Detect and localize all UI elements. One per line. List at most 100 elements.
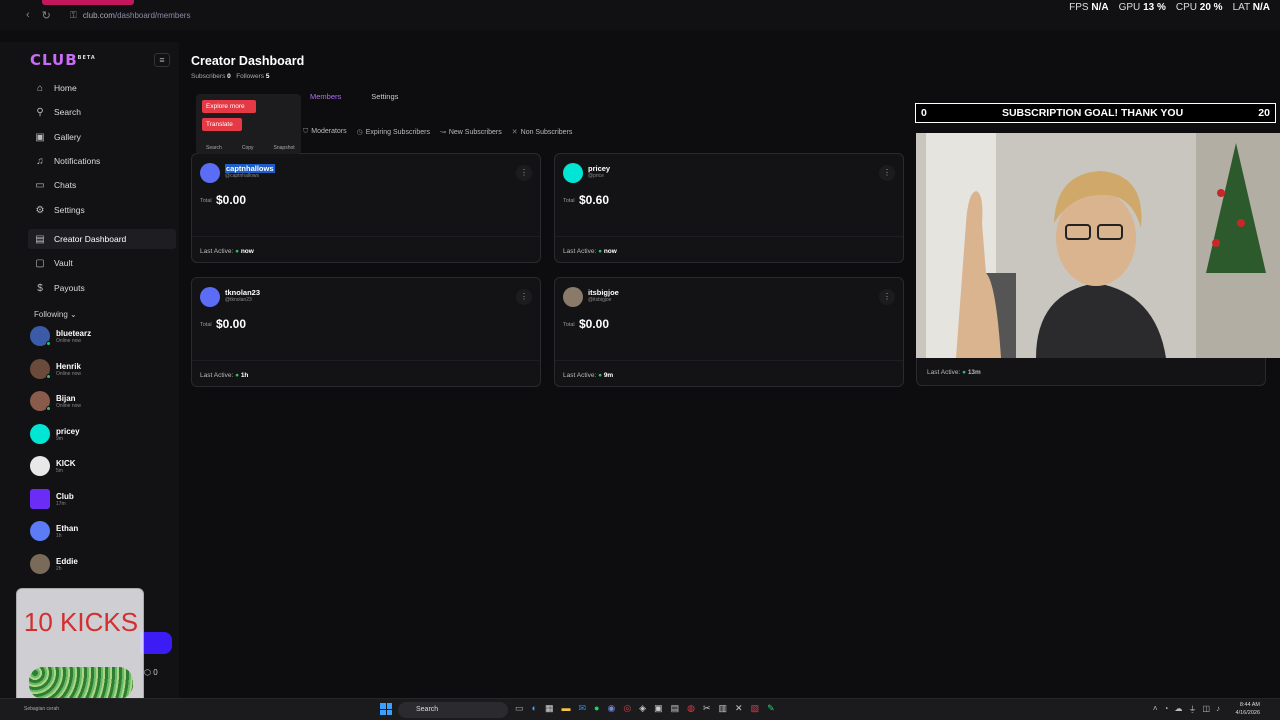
- more-options-icon[interactable]: ⋮: [879, 289, 895, 305]
- back-icon[interactable]: ‹: [26, 9, 30, 22]
- new-post-button[interactable]: [140, 632, 172, 654]
- gear-icon: ⚙: [35, 204, 45, 216]
- member-card[interactable]: pricey @price ⋮ Total $0.60 Last Active:…: [554, 153, 904, 263]
- sidebar-item-creator-dashboard[interactable]: ▤ Creator Dashboard: [28, 229, 176, 249]
- app-icon[interactable]: ▤: [671, 703, 680, 714]
- weather-text: Sebagian cerah: [24, 706, 60, 712]
- chevron-down-icon: ⌄: [70, 310, 77, 319]
- explore-more-button[interactable]: Explore more: [202, 100, 256, 113]
- tab-settings[interactable]: Settings: [371, 92, 398, 101]
- address-bar[interactable]: club.com/dashboard/members: [83, 11, 191, 20]
- system-tray[interactable]: ˄ ◔ ☁ ⏚ ◫ ♪: [1153, 704, 1220, 715]
- app-icon[interactable]: ▣: [654, 703, 663, 714]
- member-handle: @tknolan23: [225, 297, 252, 303]
- spotify-icon[interactable]: ●: [594, 703, 599, 714]
- sidebar-item-chats[interactable]: ▭ Chats: [28, 175, 176, 195]
- sidebar-item-payouts[interactable]: $ Payouts: [28, 278, 176, 298]
- dashboard-icon: ▤: [35, 233, 45, 245]
- avatar: [30, 391, 51, 411]
- filter-new[interactable]: ↝ New Subscribers: [440, 128, 502, 136]
- shield-icon: ⛉: [303, 128, 309, 135]
- edge-icon[interactable]: ◐: [532, 703, 537, 714]
- following-item[interactable]: KICK 5m: [30, 455, 170, 477]
- avatar: [30, 424, 50, 444]
- obs-icon[interactable]: ◎: [623, 703, 631, 714]
- clock-icon: ◷: [356, 129, 363, 136]
- more-options-icon[interactable]: ⋮: [516, 289, 532, 305]
- last-active: Last Active: ● 13m: [927, 369, 981, 376]
- gallery-icon: ▣: [35, 131, 45, 143]
- club-logo[interactable]: CLUBBETA: [30, 51, 96, 69]
- store-icon[interactable]: ▦: [545, 703, 554, 714]
- app-icon[interactable]: ✕: [735, 703, 743, 714]
- following-header[interactable]: Following ⌄: [34, 310, 77, 319]
- following-item[interactable]: Ethan 1h: [30, 520, 170, 542]
- capcut-icon[interactable]: ✂: [703, 703, 711, 714]
- dollar-icon: $: [37, 282, 43, 294]
- menu-toggle-button[interactable]: ≡: [154, 53, 170, 67]
- app-icon[interactable]: ▧: [751, 703, 760, 714]
- avatar: [30, 489, 50, 509]
- member-name: itsbigjoe: [588, 288, 619, 297]
- context-snapshot[interactable]: Snapshot: [274, 145, 295, 151]
- browser-tab[interactable]: [42, 0, 134, 5]
- webcam-overlay: [916, 133, 1280, 358]
- member-handle: @price: [588, 173, 604, 179]
- following-item[interactable]: pricey 9m: [30, 423, 170, 445]
- reload-icon[interactable]: ↻: [42, 9, 51, 22]
- sidebar-item-notifications[interactable]: ♫ Notifications: [28, 151, 176, 171]
- last-active: Last Active: ● 9m: [563, 372, 614, 379]
- more-options-icon[interactable]: ⋮: [516, 165, 532, 181]
- windows-start-icon[interactable]: [380, 703, 392, 715]
- member-handle: @itsbigjoe: [588, 297, 612, 303]
- avatar: [30, 456, 50, 476]
- last-active: Last Active: ● 1h: [200, 372, 249, 379]
- member-card[interactable]: tknolan23 @tknolan23 ⋮ Total $0.00 Last …: [191, 277, 541, 387]
- member-card[interactable]: captnhallows @captnhallows ⋮ Total $0.00…: [191, 153, 541, 263]
- following-item[interactable]: Henrik Online now: [30, 358, 170, 380]
- sidebar-item-gallery[interactable]: ▣ Gallery: [28, 127, 176, 147]
- bell-icon: ♫: [36, 155, 44, 167]
- task-view-icon[interactable]: ▭: [515, 703, 524, 714]
- member-card-partial[interactable]: Last Active: ● 13m: [916, 358, 1266, 386]
- wave-icon: ↝: [439, 129, 446, 136]
- member-total: $0.60: [579, 193, 610, 207]
- member-name: pricey: [588, 164, 611, 173]
- last-active: Last Active: ● now: [563, 248, 617, 255]
- sidebar-item-home[interactable]: ⌂ Home: [28, 78, 176, 98]
- following-item[interactable]: Bijan Online now: [30, 390, 170, 412]
- filter-expiring[interactable]: ◷ Expiring Subscribers: [357, 128, 430, 136]
- sidebar-item-search[interactable]: ⚲ Search: [28, 102, 176, 122]
- sidebar-item-settings[interactable]: ⚙ Settings: [28, 200, 176, 220]
- app-icon[interactable]: ✎: [767, 703, 775, 714]
- sidebar-item-vault[interactable]: ▢ Vault: [28, 253, 176, 273]
- folder-icon[interactable]: ▬: [561, 703, 570, 714]
- context-search[interactable]: Search: [206, 145, 222, 151]
- kicks-jar: [29, 667, 133, 699]
- mail-icon[interactable]: ✉: [578, 703, 586, 714]
- discord-icon[interactable]: ◉: [607, 703, 615, 714]
- tab-members[interactable]: Members: [310, 92, 341, 101]
- translate-button[interactable]: Translate: [202, 118, 242, 131]
- more-options-icon[interactable]: ⋮: [879, 165, 895, 181]
- steam-icon[interactable]: ◈: [639, 703, 646, 714]
- close-icon: ✕: [511, 129, 518, 136]
- filter-moderators[interactable]: ⛉ Moderators: [303, 128, 347, 136]
- following-item[interactable]: bluetearz Online now: [30, 325, 170, 347]
- taskbar-search[interactable]: Search: [398, 702, 508, 718]
- avatar: [30, 554, 50, 574]
- context-copy[interactable]: Copy: [242, 145, 254, 151]
- chrome-icon[interactable]: ◍: [687, 703, 695, 714]
- member-card[interactable]: itsbigjoe @itsbigjoe ⋮ Total $0.00 Last …: [554, 277, 904, 387]
- last-active: Last Active: ● now: [200, 248, 254, 255]
- filter-non-subscribers[interactable]: ✕ Non Subscribers: [512, 128, 573, 136]
- app-icon[interactable]: ▥: [719, 703, 728, 714]
- following-item[interactable]: Eddie 2h: [30, 553, 170, 575]
- browser-nav: ‹ ↻: [26, 9, 66, 22]
- vault-icon: ▢: [35, 257, 45, 269]
- clock[interactable]: 8:44 AM 4/16/2026: [1236, 701, 1260, 717]
- member-filters: ⛉ Moderators ◷ Expiring Subscribers ↝ New S…: [303, 128, 572, 136]
- avatar: [563, 163, 583, 183]
- webcam-image: [916, 133, 1280, 358]
- following-item[interactable]: Club 17m: [30, 488, 170, 510]
